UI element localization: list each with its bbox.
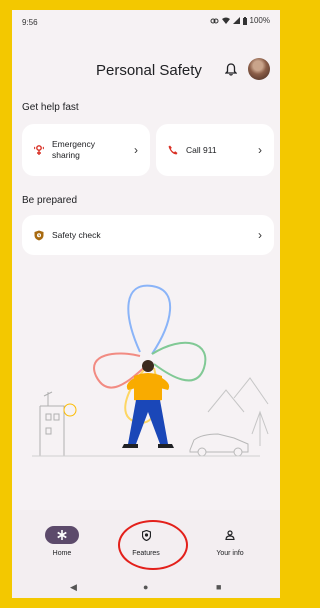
signal-icon: [232, 17, 240, 24]
phone-screen: 9:56 100% Personal Safety Get help fast …: [12, 10, 280, 598]
nav-home-label: Home: [52, 550, 72, 557]
call-911-label: Call 911: [186, 145, 217, 155]
safety-check-card[interactable]: Safety check ›: [22, 215, 274, 255]
chevron-right-icon: ›: [258, 228, 262, 242]
emergency-sharing-label: Emergency sharing: [52, 139, 95, 161]
safety-illustration: [32, 284, 269, 457]
person-icon: [213, 526, 247, 544]
page-title: Personal Safety: [96, 62, 202, 79]
link-icon: [210, 18, 219, 23]
recents-icon[interactable]: ■: [216, 582, 221, 592]
back-icon[interactable]: ◀: [70, 582, 77, 593]
shield-icon: [34, 230, 44, 241]
nav-your-info[interactable]: Your info: [200, 526, 260, 557]
status-bar: 9:56 100%: [12, 10, 280, 34]
avatar[interactable]: [248, 58, 270, 80]
section-title-help: Get help fast: [22, 102, 79, 113]
system-navigation: ◀ ● ■: [12, 578, 280, 598]
chevron-right-icon: ›: [134, 143, 138, 157]
bell-icon[interactable]: [224, 63, 238, 81]
nav-home[interactable]: Home: [32, 526, 92, 557]
chevron-right-icon: ›: [258, 143, 262, 157]
emergency-sharing-icon: [34, 144, 44, 156]
safety-check-label: Safety check: [52, 230, 101, 240]
highlight-circle: [118, 520, 188, 570]
status-icons: 100%: [210, 16, 270, 25]
emergency-sharing-card[interactable]: Emergency sharing ›: [22, 124, 150, 176]
app-header: Personal Safety: [12, 58, 280, 84]
battery-level: 100%: [249, 16, 270, 25]
wifi-icon: [221, 17, 230, 24]
home-circle-icon[interactable]: ●: [143, 582, 148, 592]
call-911-card[interactable]: Call 911 ›: [156, 124, 274, 176]
battery-icon: [242, 16, 247, 25]
status-time: 9:56: [22, 18, 38, 27]
section-title-prepared: Be prepared: [22, 195, 78, 206]
phone-icon: [168, 145, 178, 155]
asterisk-icon: [45, 526, 79, 544]
nav-your-info-label: Your info: [216, 550, 244, 557]
emergency-label-line2: sharing: [52, 150, 80, 160]
emergency-label-line1: Emergency: [52, 139, 95, 149]
